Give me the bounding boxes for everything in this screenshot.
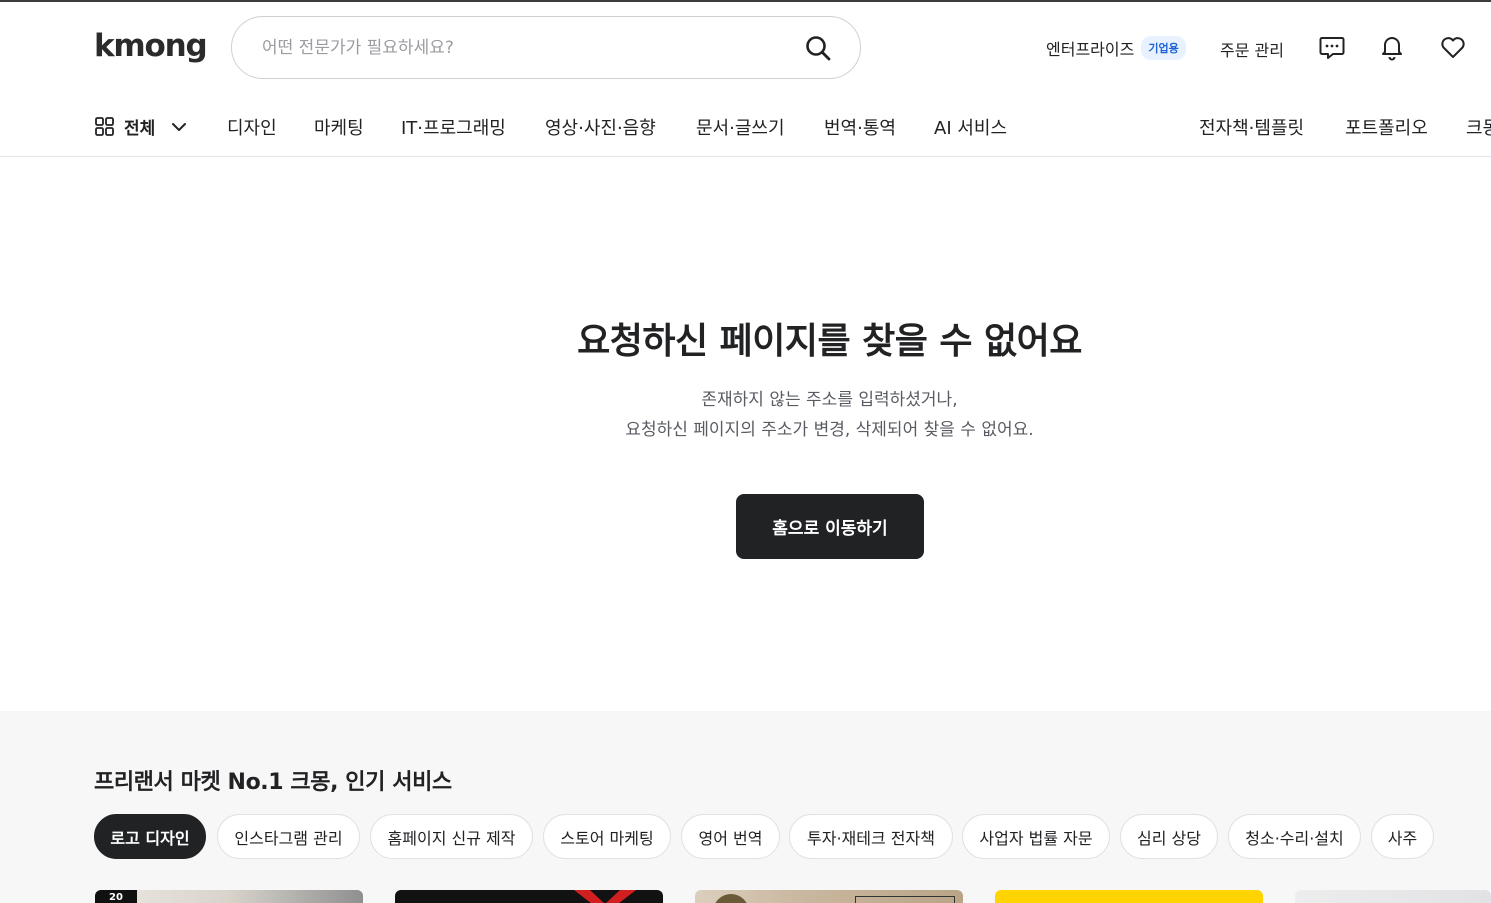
- service-card-thumbnail[interactable]: [395, 890, 663, 903]
- popular-services-section: 프리랜서 마켓 No.1 크몽, 인기 서비스 로고 디자인 인스타그램 관리 …: [0, 711, 1491, 903]
- category-ai-service[interactable]: AI 서비스: [934, 114, 1007, 140]
- chip-logo-design[interactable]: 로고 디자인: [94, 814, 206, 859]
- category-nav: 전체 디자인 마케팅 IT·프로그래밍 영상·사진·음향 문서·글쓰기 번역·통…: [0, 96, 1491, 157]
- category-video-photo-sound[interactable]: 영상·사진·음향: [545, 114, 656, 140]
- category-kmong[interactable]: 크몽: [1466, 114, 1491, 140]
- kmong-logo[interactable]: kmong: [94, 28, 208, 64]
- category-ebook-template[interactable]: 전자책·템플릿: [1199, 114, 1304, 140]
- card-graphic: [574, 890, 636, 903]
- bell-icon[interactable]: [1378, 33, 1406, 61]
- chip-investment-ebook[interactable]: 투자·재테크 전자책: [789, 814, 953, 859]
- enterprise-badge: 기업용: [1141, 36, 1186, 60]
- chip-homepage[interactable]: 홈페이지 신규 제작: [370, 814, 533, 859]
- card-graphic: [713, 894, 749, 903]
- category-portfolio[interactable]: 포트폴리오: [1345, 114, 1428, 140]
- category-marketing[interactable]: 마케팅: [314, 114, 364, 140]
- all-categories-button[interactable]: 전체: [95, 114, 187, 139]
- category-it-programming[interactable]: IT·프로그래밍: [401, 114, 506, 140]
- chevron-down-icon: [172, 122, 187, 131]
- chip-legal-advice[interactable]: 사업자 법률 자문: [962, 814, 1110, 859]
- chip-cleaning-repair[interactable]: 청소·수리·설치: [1228, 814, 1361, 859]
- error-description-line-1: 존재하지 않는 주소를 입력하셨거나,: [701, 390, 958, 410]
- orders-link[interactable]: 주문 관리: [1220, 37, 1284, 61]
- service-card-thumbnail[interactable]: [695, 890, 963, 903]
- chip-counseling[interactable]: 심리 상당: [1120, 814, 1218, 859]
- search-bar[interactable]: [231, 16, 861, 79]
- error-description: 존재하지 않는 주소를 입력하셨거나, 요청하신 페이지의 주소가 변경, 삭제…: [84, 385, 1491, 445]
- enterprise-link[interactable]: 엔터프라이즈 기업용: [1046, 36, 1186, 60]
- all-categories-label: 전체: [124, 119, 156, 139]
- category-translation[interactable]: 번역·통역: [824, 114, 896, 140]
- service-card-thumbnail[interactable]: 20: [95, 890, 363, 903]
- search-input[interactable]: [262, 17, 792, 78]
- chip-instagram[interactable]: 인스타그램 관리: [217, 814, 360, 859]
- error-description-line-2: 요청하신 페이지의 주소가 변경, 삭제되어 찾을 수 없어요.: [625, 420, 1034, 440]
- chip-saju[interactable]: 사주: [1371, 814, 1434, 859]
- top-border: [0, 0, 1491, 2]
- error-title: 요청하신 페이지를 찾을 수 없어요: [577, 321, 1082, 362]
- category-design[interactable]: 디자인: [227, 114, 277, 140]
- category-document-writing[interactable]: 문서·글쓰기: [696, 114, 785, 140]
- search-icon[interactable]: [804, 34, 832, 62]
- chat-icon[interactable]: [1318, 33, 1346, 61]
- service-card-thumbnail[interactable]: [995, 890, 1263, 903]
- card-rank-badge: 20: [95, 890, 137, 903]
- service-card-thumbnail[interactable]: [1295, 890, 1491, 903]
- chip-english-translation[interactable]: 영어 번역: [681, 814, 780, 859]
- popular-services-title: 프리랜서 마켓 No.1 크몽, 인기 서비스: [94, 770, 452, 795]
- card-graphic: [855, 896, 955, 903]
- go-home-button[interactable]: 홈으로 이동하기: [736, 494, 924, 559]
- chip-store-marketing[interactable]: 스토어 마케팅: [543, 814, 671, 859]
- heart-icon[interactable]: [1439, 33, 1467, 61]
- grid-icon: [95, 117, 114, 136]
- enterprise-label: 엔터프라이즈: [1046, 40, 1135, 59]
